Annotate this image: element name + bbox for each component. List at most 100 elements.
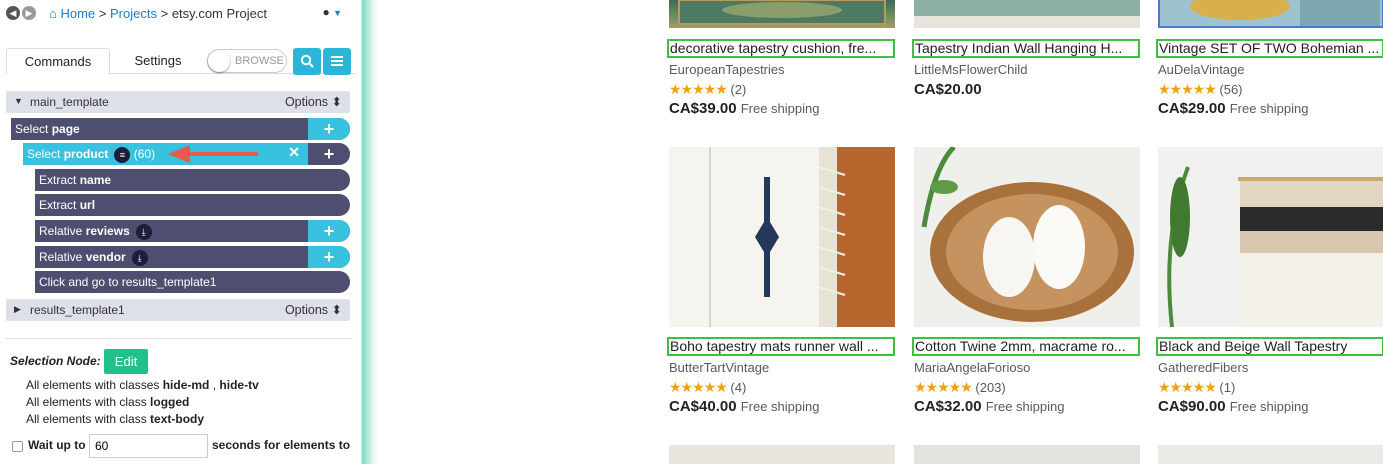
breadcrumb-projects[interactable]: Projects (110, 6, 157, 21)
wait-label: Wait up to (28, 438, 86, 452)
options-label: Options (284, 303, 329, 317)
download-icon[interactable]: ⤓ (135, 224, 152, 240)
product-image[interactable] (669, 0, 895, 28)
product-image[interactable] (669, 147, 895, 327)
tab-settings[interactable]: Settings (110, 48, 206, 75)
cmd-verb: Relative (39, 224, 83, 239)
breadcrumb-home[interactable]: Home (60, 6, 95, 21)
product-shop[interactable]: EuropeanTapestries (669, 62, 785, 77)
sort-icon: ⬍ (331, 95, 342, 109)
product-rating: ★★★★★ (1) (1158, 379, 1235, 396)
close-icon[interactable]: ✕ (288, 144, 300, 161)
cmd-click-go[interactable]: Click and go to results_template1 (35, 271, 350, 293)
template-results[interactable]: ▶ results_template1 Options ⬍ (6, 299, 350, 321)
caret-right-icon[interactable]: ▶ (14, 304, 21, 315)
product-title[interactable]: decorative tapestry cushion, fre... (667, 39, 895, 58)
selector-prefix: All elements with classes (26, 378, 163, 392)
selector-sep: , (209, 378, 220, 392)
wait-suffix: seconds for elements to (212, 438, 351, 452)
review-count: (4) (730, 380, 747, 395)
product-image[interactable] (914, 147, 1140, 327)
list-icon (331, 56, 343, 66)
shipping-label: Free shipping (985, 399, 1065, 414)
product-shop[interactable]: MariaAngelaForioso (914, 360, 1030, 375)
cmd-target: product (63, 147, 109, 162)
add-command-button[interactable]: + (308, 143, 350, 165)
product-image[interactable] (1158, 147, 1383, 327)
add-command-button[interactable]: + (308, 118, 350, 140)
cmd-verb: Extract (39, 173, 77, 187)
star-icons: ★★★★★ (914, 379, 973, 395)
forward-arrow-icon[interactable]: ▶ (22, 6, 36, 20)
boho-mat-image-icon (669, 147, 895, 327)
wait-seconds-input[interactable] (89, 434, 208, 458)
template-main[interactable]: ▼ main_template Options ⬍ (6, 91, 350, 113)
product-shop[interactable]: LittleMsFlowerChild (914, 62, 1027, 77)
product-rating: ★★★★★ (203) (914, 379, 1006, 396)
cmd-verb: Select (27, 147, 61, 162)
toggle-knob[interactable] (208, 50, 230, 72)
download-icon[interactable]: ⤓ (131, 250, 148, 266)
product-title[interactable]: Black and Beige Wall Tapestry (1156, 337, 1383, 356)
template-options[interactable]: Options ⬍ (285, 94, 342, 109)
wait-checkbox[interactable] (12, 441, 23, 452)
cmd-target: vendor (85, 250, 126, 265)
back-arrow-icon[interactable]: ◀ (6, 6, 20, 20)
cmd-text: Click and go to results_template1 (39, 275, 217, 289)
cmd-verb: Relative (39, 250, 83, 265)
product-rating: ★★★★★ (2) (669, 81, 746, 98)
cmd-target: url (79, 198, 96, 212)
product-image[interactable] (669, 445, 895, 464)
selector-line: All elements with class logged (26, 395, 189, 409)
add-command-button[interactable]: + (308, 220, 350, 242)
product-shop[interactable]: GatheredFibers (1158, 360, 1248, 375)
cmd-extract-name[interactable]: Extract name (35, 169, 350, 191)
product-title[interactable]: Vintage SET OF TWO Bohemian ... (1156, 39, 1383, 58)
product-title[interactable]: Tapestry Indian Wall Hanging H... (912, 39, 1140, 58)
top-nav-bar: ◀ ▶ ⌂ Home > Projects > etsy.com Project… (6, 5, 356, 23)
user-menu[interactable]: ● ▼ (322, 5, 342, 19)
product-title[interactable]: Cotton Twine 2mm, macrame ro... (912, 337, 1140, 356)
star-icons: ★★★★★ (669, 379, 728, 395)
star-icons: ★★★★★ (669, 81, 728, 97)
list-icon[interactable]: ≡ (114, 147, 131, 163)
price-value: CA$29.00 (1158, 100, 1226, 117)
cmd-relative-vendor[interactable]: Relative vendor ⤓ + (35, 246, 350, 268)
add-command-button[interactable]: + (308, 246, 350, 268)
selection-node-label: Selection Node: (10, 354, 101, 368)
price-value: CA$32.00 (914, 398, 982, 415)
edit-button[interactable]: Edit (104, 349, 148, 374)
cmd-verb: Select (15, 122, 49, 136)
cushion-image-icon (678, 0, 886, 25)
breadcrumb-sep: > (98, 6, 107, 21)
search-button[interactable] (293, 48, 321, 75)
product-title[interactable]: Boho tapestry mats runner wall ... (667, 337, 895, 356)
product-image[interactable] (1158, 0, 1383, 28)
cmd-target: reviews (85, 224, 130, 239)
shipping-label: Free shipping (740, 101, 820, 116)
menu-button[interactable] (323, 48, 351, 75)
class-name: hide-tv (219, 378, 259, 392)
product-shop[interactable]: ButterTartVintage (669, 360, 769, 375)
cmd-extract-url[interactable]: Extract url (35, 194, 350, 216)
cmd-target: page (51, 122, 80, 136)
product-shop[interactable]: AuDelaVintage (1158, 62, 1245, 77)
price-value: CA$20.00 (914, 81, 982, 98)
class-name: logged (150, 395, 190, 409)
product-image[interactable] (914, 0, 1140, 28)
template-options[interactable]: Options ⬍ (285, 302, 342, 317)
sort-icon: ⬍ (331, 303, 342, 317)
caret-down-icon[interactable]: ▼ (14, 96, 23, 106)
home-icon[interactable]: ⌂ (49, 6, 57, 21)
tapestry-image-icon (914, 0, 1140, 28)
tab-commands[interactable]: Commands (6, 48, 110, 75)
product-price: CA$40.00 Free shipping (669, 398, 820, 415)
cmd-select-page[interactable]: Select page + (11, 118, 350, 140)
product-image[interactable] (1158, 445, 1383, 464)
cmd-relative-reviews[interactable]: Relative reviews ⤓ + (35, 220, 350, 242)
product-image[interactable] (914, 445, 1140, 464)
breadcrumb-current: etsy.com Project (171, 6, 267, 21)
browse-toggle[interactable]: BROWSE (207, 49, 287, 73)
template-name: results_template1 (30, 303, 125, 317)
product-price: CA$20.00 (914, 81, 982, 98)
